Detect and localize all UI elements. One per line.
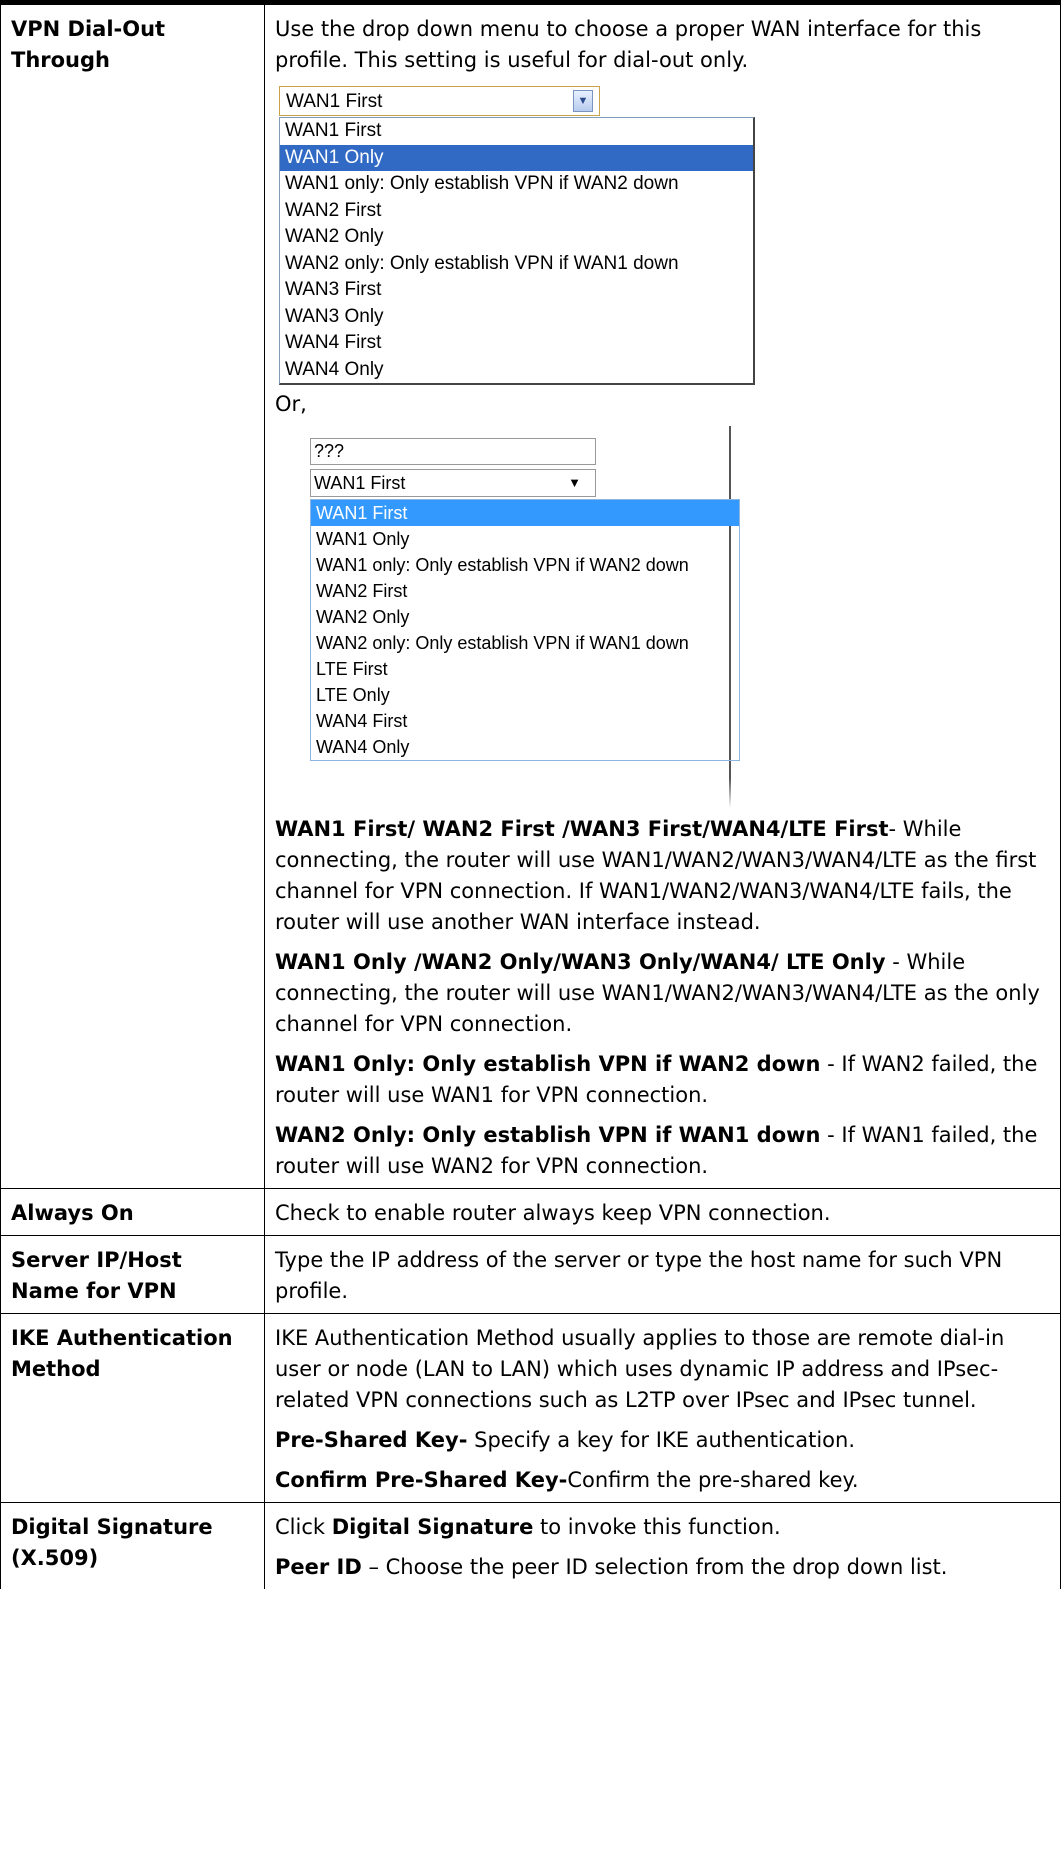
wan-option[interactable]: WAN3 Only — [280, 304, 753, 331]
psk-bold: Pre-Shared Key- — [275, 1428, 468, 1452]
psk-para: Pre-Shared Key- Specify a key for IKE au… — [275, 1425, 1048, 1456]
triangle-down-icon[interactable]: ▼ — [568, 470, 581, 496]
wan-option[interactable]: WAN2 only: Only establish VPN if WAN1 do… — [311, 630, 739, 656]
para-only-bold: WAN1 Only /WAN2 Only/WAN3 Only/WAN4/ LTE… — [275, 950, 886, 974]
dropdown-figure-1: WAN1 First ▼ WAN1 First WAN1 Only WAN1 onl… — [279, 86, 755, 385]
wan-option[interactable]: WAN2 Only — [280, 224, 753, 251]
desc-server-ip: Type the IP address of the server or typ… — [264, 1235, 1061, 1314]
row-ike-auth: IKE Authentication Method IKE Authentica… — [0, 1313, 1061, 1503]
row-always-on: Always On Check to enable router always … — [0, 1188, 1061, 1236]
label-vpn-dialout: VPN Dial-Out Through — [0, 4, 265, 1189]
desc-ike-auth: IKE Authentication Method usually applie… — [264, 1313, 1061, 1503]
peer-text-field[interactable]: ??? — [310, 438, 596, 465]
cpsk-bold: Confirm Pre-Shared Key- — [275, 1468, 568, 1492]
or-text: Or, — [275, 392, 307, 416]
wan-option[interactable]: LTE First — [311, 656, 739, 682]
wan-options-list-1: WAN1 First WAN1 Only WAN1 only: Only estab… — [279, 117, 755, 385]
wan-option[interactable]: WAN1 only: Only establish VPN if WAN2 do… — [311, 552, 739, 578]
wan-option[interactable]: WAN4 First — [311, 708, 739, 734]
wan-select-2-value: WAN1 First — [314, 473, 406, 493]
ds-post: to invoke this function. — [533, 1515, 781, 1539]
ds-bold: Digital Signature — [331, 1515, 534, 1539]
ike-text: IKE Authentication Method usually applie… — [275, 1326, 1005, 1412]
peer-id-text: – Choose the peer ID selection from the … — [361, 1555, 948, 1579]
row-vpn-dialout: VPN Dial-Out Through Use the drop down m… — [0, 4, 1061, 1189]
wan-option[interactable]: WAN3 First — [280, 277, 753, 304]
peer-id-bold: Peer ID — [275, 1555, 362, 1579]
para-wan1-only-bold: WAN1 Only: Only establish VPN if WAN2 do… — [275, 1052, 821, 1076]
row-digital-sig: Digital Signature (X.509) Click Digital … — [0, 1502, 1061, 1589]
para-first-bold: WAN1 First/ WAN2 First /WAN3 First/WAN4/… — [275, 817, 889, 841]
wan-option[interactable]: WAN2 First — [280, 198, 753, 225]
wan-option[interactable]: WAN2 only: Only establish VPN if WAN1 do… — [280, 251, 753, 278]
wan-option[interactable]: WAN2 First — [311, 578, 739, 604]
wan-option[interactable]: WAN1 Only — [280, 144, 753, 171]
ds-para-1: Click Digital Signature to invoke this f… — [275, 1512, 1048, 1543]
wan-option[interactable]: WAN1 First — [280, 118, 753, 145]
para-first: WAN1 First/ WAN2 First /WAN3 First/WAN4/… — [275, 814, 1048, 938]
wan-select-1[interactable]: WAN1 First ▼ — [279, 86, 600, 116]
ds-pre: Click — [275, 1515, 332, 1539]
wan-select-2[interactable]: WAN1 First ▼ — [310, 469, 596, 497]
wan-option[interactable]: WAN4 Only — [280, 357, 753, 384]
wan-option[interactable]: WAN4 First — [280, 330, 753, 357]
desc-digital-sig: Click Digital Signature to invoke this f… — [264, 1502, 1061, 1589]
para-wan1-only: WAN1 Only: Only establish VPN if WAN2 do… — [275, 1049, 1048, 1111]
label-always-on: Always On — [0, 1188, 265, 1236]
cpsk-text: Confirm the pre-shared key. — [567, 1468, 859, 1492]
psk-text: Specify a key for IKE authentication. — [467, 1428, 855, 1452]
label-digital-sig: Digital Signature (X.509) — [0, 1502, 265, 1589]
intro-text: Use the drop down menu to choose a prope… — [275, 17, 982, 72]
dropdown-figure-2: ??? WAN1 First ▼ WAN1 First WAN1 Only WAN1… — [287, 426, 741, 808]
wan-options-list-2: WAN1 First WAN1 Only WAN1 only: Only estab… — [310, 499, 740, 761]
wan-option[interactable]: WAN1 Only — [311, 526, 739, 552]
para-only: WAN1 Only /WAN2 Only/WAN3 Only/WAN4/ LTE… — [275, 947, 1048, 1040]
wan-select-1-value: WAN1 First — [286, 90, 383, 112]
desc-always-on: Check to enable router always keep VPN c… — [264, 1188, 1061, 1236]
chevron-down-icon[interactable]: ▼ — [573, 90, 593, 112]
wan-option[interactable]: WAN2 Only — [311, 604, 739, 630]
para-wan2-only-bold: WAN2 Only: Only establish VPN if WAN1 do… — [275, 1123, 821, 1147]
wan-option[interactable]: WAN1 First — [311, 500, 739, 526]
label-server-ip: Server IP/Host Name for VPN — [0, 1235, 265, 1314]
para-wan2-only: WAN2 Only: Only establish VPN if WAN1 do… — [275, 1120, 1048, 1182]
wan-option[interactable]: WAN1 only: Only establish VPN if WAN2 do… — [280, 171, 753, 198]
settings-table: VPN Dial-Out Through Use the drop down m… — [0, 4, 1061, 1589]
row-server-ip: Server IP/Host Name for VPN Type the IP … — [0, 1235, 1061, 1314]
ds-para-2: Peer ID – Choose the peer ID selection f… — [275, 1552, 1048, 1583]
wan-option[interactable]: WAN4 Only — [311, 734, 739, 760]
figure-border-fade — [729, 778, 731, 808]
desc-vpn-dialout: Use the drop down menu to choose a prope… — [264, 4, 1061, 1189]
wan-option[interactable]: LTE Only — [311, 682, 739, 708]
label-ike-auth: IKE Authentication Method — [0, 1313, 265, 1503]
cpsk-para: Confirm Pre-Shared Key-Confirm the pre-s… — [275, 1465, 1048, 1496]
